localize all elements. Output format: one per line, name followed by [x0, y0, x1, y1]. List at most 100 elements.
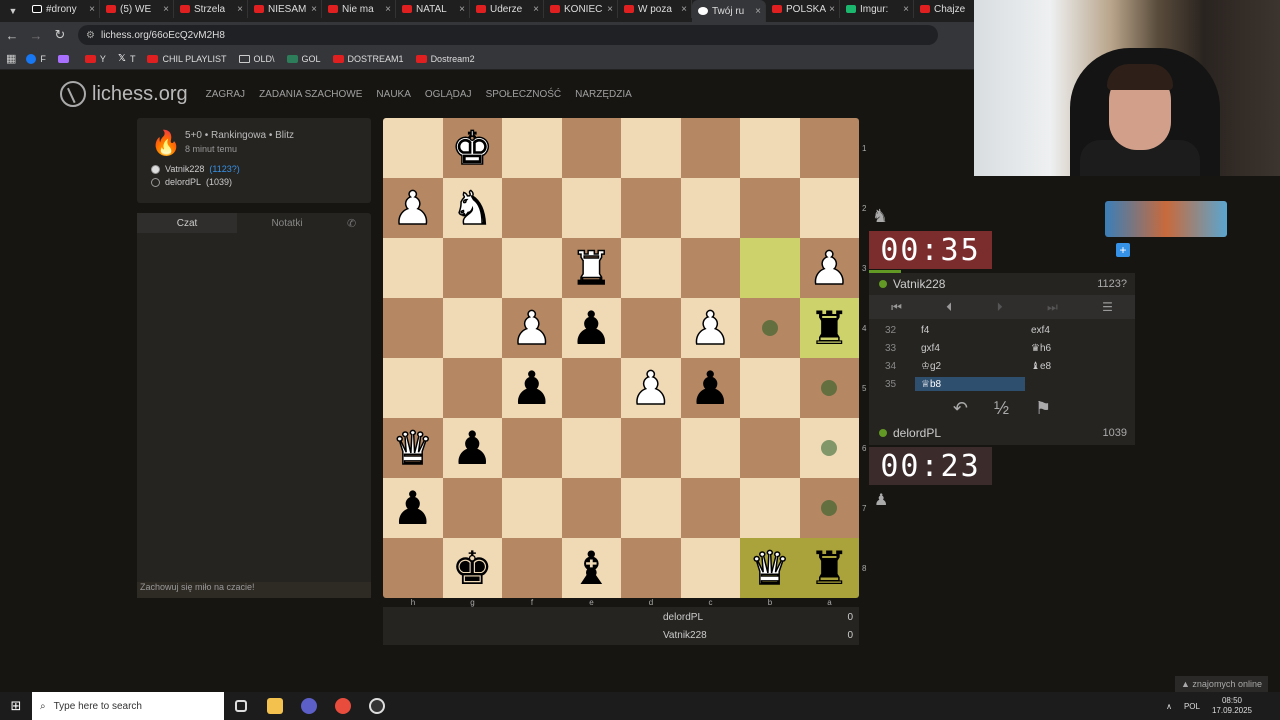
nav-item[interactable]: ZADANIA SZACHOWE	[259, 89, 362, 100]
browser-tab[interactable]: KONIEC ×	[544, 0, 618, 18]
bottom-player-name[interactable]: delordPL	[893, 426, 941, 440]
square-h1[interactable]	[383, 118, 443, 178]
nav-item[interactable]: SPOŁECZNOŚĆ	[486, 89, 562, 100]
square-c2[interactable]	[680, 178, 740, 238]
black-piece[interactable]: ♜	[809, 545, 850, 591]
square-e5[interactable]	[561, 358, 621, 418]
close-icon[interactable]: ×	[237, 4, 243, 15]
square-a5[interactable]	[799, 358, 859, 418]
square-d7[interactable]	[621, 478, 681, 538]
square-a7[interactable]	[799, 478, 859, 538]
square-e2[interactable]	[561, 178, 621, 238]
score-player-name[interactable]: Vatnik228	[663, 630, 707, 641]
white-move[interactable]: ♔g2	[915, 361, 1025, 372]
chrome-icon[interactable]	[326, 698, 360, 714]
square-c1[interactable]	[680, 118, 740, 178]
black-move[interactable]: ♝e8	[1025, 361, 1135, 372]
black-piece[interactable]: ♟	[452, 425, 493, 471]
plus-icon[interactable]: +	[1116, 243, 1130, 257]
tab-chat[interactable]: Czat	[137, 213, 237, 233]
prev-move-icon[interactable]: ⏴	[946, 300, 952, 315]
square-b1[interactable]	[740, 118, 800, 178]
square-e6[interactable]	[561, 418, 621, 478]
white-player-name[interactable]: Vatnik228	[165, 164, 204, 174]
bookmark-item[interactable]: Dostream2	[415, 53, 475, 64]
black-move[interactable]: ♛h6	[1025, 343, 1135, 354]
move-dest-dot[interactable]	[761, 320, 778, 336]
square-b8[interactable]: ♛	[740, 538, 800, 598]
black-player-name[interactable]: delordPL	[165, 177, 201, 187]
close-icon[interactable]: ×	[385, 4, 391, 15]
nav-item[interactable]: NAUKA	[376, 89, 410, 100]
black-piece[interactable]: ♟	[511, 365, 552, 411]
square-b6[interactable]	[740, 418, 800, 478]
close-icon[interactable]: ×	[829, 4, 835, 15]
browser-tab[interactable]: (5) WE ×	[100, 0, 174, 18]
square-f5[interactable]: ♟	[502, 358, 562, 418]
square-g6[interactable]: ♟	[442, 418, 502, 478]
browser-tab[interactable]: #drony ×	[26, 0, 100, 18]
move-dest-dot[interactable]	[821, 380, 838, 396]
white-move[interactable]: ♕b8	[915, 377, 1025, 391]
square-g2[interactable]: ♞	[442, 178, 502, 238]
black-piece[interactable]: ♝	[571, 545, 612, 591]
url-field[interactable]: ⚙ lichess.org/66oEcQ2vM2H8	[78, 25, 938, 45]
square-e8[interactable]: ♝	[561, 538, 621, 598]
square-g5[interactable]	[442, 358, 502, 418]
white-piece[interactable]: ♜	[570, 244, 613, 292]
file-explorer-icon[interactable]	[258, 698, 292, 714]
square-b3[interactable]	[740, 238, 800, 298]
white-piece[interactable]: ♟	[629, 364, 672, 412]
square-c8[interactable]	[680, 538, 740, 598]
square-b7[interactable]	[740, 478, 800, 538]
forward-icon[interactable]: →	[24, 28, 48, 43]
square-e1[interactable]	[561, 118, 621, 178]
square-h8[interactable]	[383, 538, 443, 598]
square-h3[interactable]	[383, 238, 443, 298]
site-logo[interactable]: lichess.org	[60, 81, 188, 107]
move-dest-dot[interactable]	[821, 500, 838, 516]
lichess-app-icon[interactable]	[360, 698, 394, 714]
square-f8[interactable]	[502, 538, 562, 598]
taskbar-clock[interactable]: 08:50 17.09.2025	[1212, 696, 1252, 716]
black-piece[interactable]: ♚	[452, 545, 493, 591]
square-f1[interactable]	[502, 118, 562, 178]
white-move[interactable]: gxf4	[915, 343, 1025, 354]
square-h2[interactable]: ♟	[383, 178, 443, 238]
top-player[interactable]: Vatnik228 1123?	[869, 273, 1135, 295]
black-piece[interactable]: ♟	[571, 305, 612, 351]
square-c6[interactable]	[680, 418, 740, 478]
browser-tab[interactable]: NATAL ×	[396, 0, 470, 18]
square-g3[interactable]	[442, 238, 502, 298]
resign-flag-icon[interactable]: ⚑	[1035, 398, 1051, 419]
close-icon[interactable]: ×	[311, 4, 317, 15]
browser-tab[interactable]: POLSKA ×	[766, 0, 840, 18]
square-g1[interactable]: ♚	[442, 118, 502, 178]
square-g7[interactable]	[442, 478, 502, 538]
square-e7[interactable]	[561, 478, 621, 538]
browser-tab[interactable]: W poza ×	[618, 0, 692, 18]
bookmark-item[interactable]	[57, 53, 73, 64]
square-a2[interactable]	[799, 178, 859, 238]
white-piece[interactable]: ♟	[808, 244, 851, 292]
square-g4[interactable]	[442, 298, 502, 358]
bookmark-item[interactable]: GOL	[286, 53, 321, 64]
close-icon[interactable]: ×	[681, 4, 687, 15]
white-piece[interactable]: ♚	[451, 124, 494, 172]
apps-icon[interactable]: ▦	[6, 52, 16, 65]
browser-tab[interactable]: Imgur: ×	[840, 0, 914, 18]
bookmark-item[interactable]: OLD\	[238, 53, 275, 64]
square-b4[interactable]	[740, 298, 800, 358]
phone-icon[interactable]: ✆	[347, 213, 371, 233]
square-h6[interactable]: ♛	[383, 418, 443, 478]
nav-item[interactable]: ZAGRAJ	[206, 89, 245, 100]
browser-tab[interactable]: NIESAM ×	[248, 0, 322, 18]
browser-tab[interactable]: Uderze ×	[470, 0, 544, 18]
top-player-name[interactable]: Vatnik228	[893, 277, 945, 291]
close-icon[interactable]: ×	[163, 4, 169, 15]
browser-tab[interactable]: Twój ru ×	[692, 0, 766, 22]
chess-board[interactable]: ♚ ♟ ♞ ♜ ♟ ♟ ♟ ♟ ♜ ♟ ♟ ♟ ♛ ♟ ♟ ♚ ♝ ♛ ♜	[383, 118, 859, 598]
square-a8[interactable]: ♜	[799, 538, 859, 598]
language-indicator[interactable]: POL	[1184, 702, 1200, 711]
nav-item[interactable]: NARZĘDZIA	[575, 89, 632, 100]
